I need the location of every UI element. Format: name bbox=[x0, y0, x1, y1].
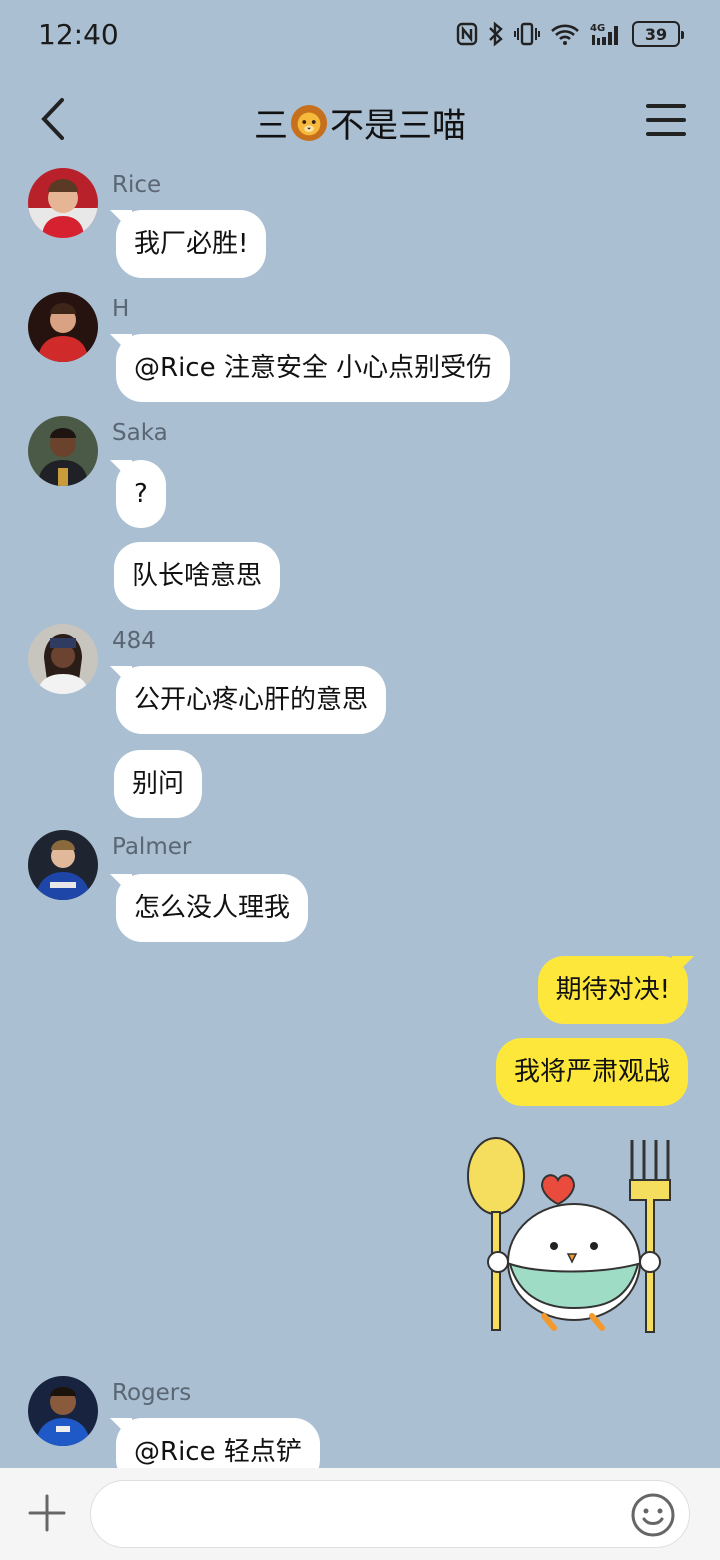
sender-name: Palmer bbox=[112, 834, 192, 860]
sender-name: Rice bbox=[112, 172, 162, 198]
my-message-bubble[interactable]: 期待对决! bbox=[537, 956, 688, 1024]
message-bubble[interactable]: ? bbox=[116, 460, 166, 528]
lion-icon bbox=[290, 104, 328, 141]
message-bubble[interactable]: @Rice 注意安全 小心点别受伤 bbox=[116, 334, 511, 402]
message-bubble[interactable]: 公开心疼心肝的意思 bbox=[116, 666, 387, 734]
message-bubble[interactable]: 怎么没人理我 bbox=[116, 874, 309, 942]
chat-title: 三 不是三喵 bbox=[0, 98, 720, 147]
sender-name: H bbox=[112, 296, 130, 322]
wifi-icon bbox=[551, 24, 579, 45]
message-bubble[interactable]: 我厂必胜! bbox=[116, 210, 267, 278]
sender-name: 484 bbox=[112, 628, 156, 654]
bluetooth-icon bbox=[489, 21, 503, 47]
status-time: 12:40 bbox=[38, 18, 119, 51]
message-list[interactable]: Rice 我厂必胜! H @Rice 注意安全 小心点别受伤 Saka ? 队长… bbox=[0, 160, 720, 1468]
status-icons: 4G 39 bbox=[456, 20, 684, 48]
avatar-rogers[interactable] bbox=[28, 1376, 98, 1446]
chat-title-suffix: 不是三喵 bbox=[330, 106, 466, 146]
chick-with-spoon-and-fork-sticker[interactable] bbox=[462, 1134, 676, 1340]
avatar-484[interactable] bbox=[28, 624, 98, 694]
avatar-palmer[interactable] bbox=[28, 830, 98, 900]
sender-name: Saka bbox=[112, 420, 168, 446]
battery-indicator: 39 bbox=[632, 21, 684, 47]
signal-icon: 4G bbox=[590, 23, 618, 45]
nfc-icon bbox=[456, 22, 478, 46]
input-bar bbox=[0, 1468, 720, 1560]
sender-name: Rogers bbox=[112, 1380, 192, 1406]
emoji-icon[interactable] bbox=[630, 1492, 676, 1538]
plus-icon[interactable] bbox=[26, 1492, 68, 1534]
avatar-saka[interactable] bbox=[28, 416, 98, 486]
message-input[interactable] bbox=[90, 1480, 690, 1548]
my-message-bubble[interactable]: 我将严肃观战 bbox=[495, 1038, 688, 1106]
avatar-rice[interactable] bbox=[28, 168, 98, 238]
message-bubble[interactable]: 队长啥意思 bbox=[114, 542, 281, 610]
menu-button[interactable] bbox=[644, 98, 688, 142]
vibrate-icon bbox=[514, 22, 540, 46]
status-bar: 12:40 4G 39 bbox=[0, 0, 720, 70]
message-bubble[interactable]: @Rice 轻点铲 bbox=[116, 1418, 320, 1468]
title-bar: 三 不是三喵 bbox=[0, 80, 720, 160]
avatar-h[interactable] bbox=[28, 292, 98, 362]
chat-title-prefix: 三 bbox=[254, 106, 288, 146]
message-bubble[interactable]: 别问 bbox=[114, 750, 203, 818]
svg-text:4G: 4G bbox=[590, 23, 605, 34]
